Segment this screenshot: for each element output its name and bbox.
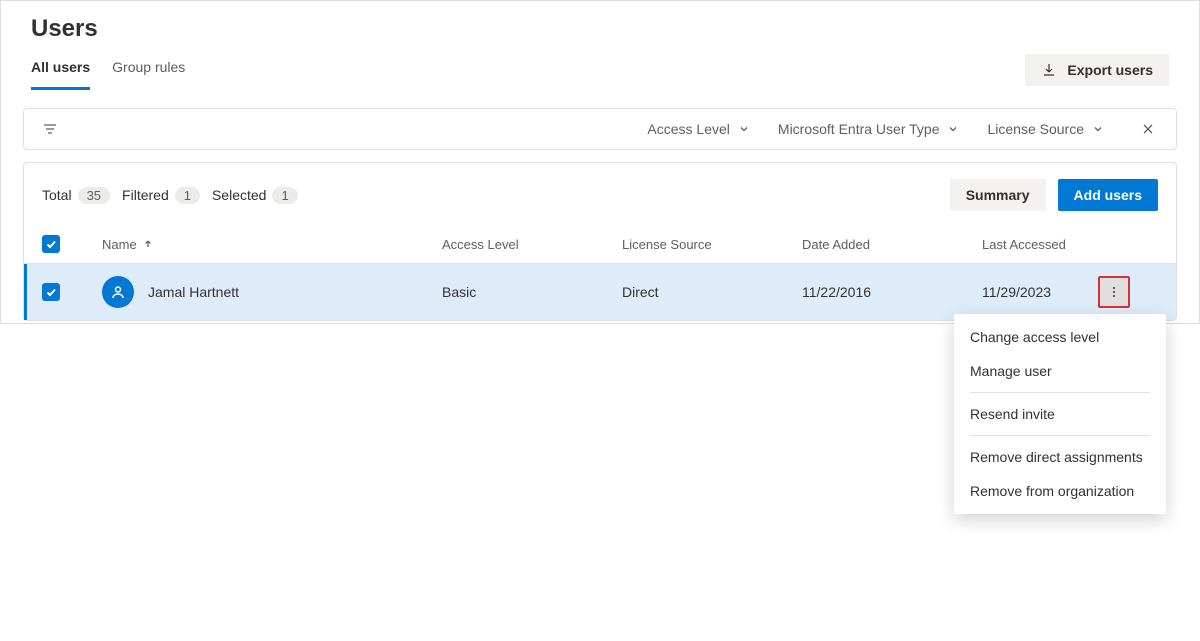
tab-all-users[interactable]: All users: [31, 49, 90, 90]
filter-bar: Access Level Microsoft Entra User Type L…: [23, 108, 1177, 150]
counter-label: Filtered: [122, 187, 169, 203]
filter-label: Access Level: [647, 121, 729, 137]
sort-asc-icon: [143, 239, 153, 249]
summary-button[interactable]: Summary: [950, 179, 1046, 211]
counter-label: Selected: [212, 187, 266, 203]
row-context-menu: Change access level Manage user Resend i…: [954, 314, 1166, 514]
menu-manage-user[interactable]: Manage user: [954, 354, 1166, 388]
page-title: Users: [3, 3, 1197, 49]
cell-access-level: Basic: [442, 284, 622, 300]
chevron-down-icon: [947, 123, 959, 135]
tabs-toolbar: All users Group rules Export users: [3, 49, 1197, 90]
export-label: Export users: [1067, 62, 1153, 78]
col-license-source[interactable]: License Source: [622, 237, 802, 252]
download-icon: [1041, 62, 1057, 78]
header-label: Name: [102, 237, 137, 252]
col-date-added[interactable]: Date Added: [802, 237, 982, 252]
row-checkbox[interactable]: [42, 283, 60, 301]
cell-license-source: Direct: [622, 284, 802, 300]
counter-badge: 1: [272, 187, 297, 204]
export-users-button[interactable]: Export users: [1025, 54, 1169, 86]
filter-license-source[interactable]: License Source: [987, 121, 1104, 137]
filter-entra-user-type[interactable]: Microsoft Entra User Type: [778, 121, 960, 137]
counter-badge: 1: [175, 187, 200, 204]
cell-date-added: 11/22/2016: [802, 284, 982, 300]
filter-access-level[interactable]: Access Level: [647, 121, 749, 137]
selected-counter: Selected 1: [212, 187, 298, 204]
table-body: Jamal Hartnett Basic Direct 11/22/2016 1…: [24, 264, 1176, 320]
row-more-button[interactable]: [1098, 276, 1130, 308]
cell-last-accessed: 11/29/2023: [982, 284, 1098, 300]
table-toolbar: Total 35 Filtered 1 Selected 1 Summary A…: [24, 163, 1176, 225]
filter-label: Microsoft Entra User Type: [778, 121, 940, 137]
menu-resend-invite[interactable]: Resend invite: [954, 397, 1166, 431]
more-vertical-icon: [1107, 285, 1121, 299]
avatar: [102, 276, 134, 308]
col-name[interactable]: Name: [102, 237, 442, 252]
menu-remove-direct-assignments[interactable]: Remove direct assignments: [954, 440, 1166, 474]
filter-label: License Source: [987, 121, 1084, 137]
menu-change-access-level[interactable]: Change access level: [954, 320, 1166, 354]
menu-divider: [970, 392, 1150, 393]
filtered-counter: Filtered 1: [122, 187, 200, 204]
add-users-button[interactable]: Add users: [1058, 179, 1158, 211]
clear-filters-icon[interactable]: [1138, 119, 1158, 139]
col-access-level[interactable]: Access Level: [442, 237, 622, 252]
menu-remove-from-organization[interactable]: Remove from organization: [954, 474, 1166, 508]
tabs: All users Group rules: [31, 49, 185, 90]
user-name: Jamal Hartnett: [148, 284, 239, 300]
col-last-accessed[interactable]: Last Accessed: [982, 237, 1098, 252]
select-all-checkbox[interactable]: [42, 235, 60, 253]
total-counter: Total 35: [42, 187, 110, 204]
tab-group-rules[interactable]: Group rules: [112, 49, 185, 90]
chevron-down-icon: [738, 123, 750, 135]
filter-icon[interactable]: [42, 121, 58, 137]
menu-divider: [970, 435, 1150, 436]
table-header: Name Access Level License Source Date Ad…: [24, 225, 1176, 264]
table-row[interactable]: Jamal Hartnett Basic Direct 11/22/2016 1…: [24, 264, 1176, 320]
counter-badge: 35: [78, 187, 110, 204]
counter-label: Total: [42, 187, 72, 203]
users-table-card: Total 35 Filtered 1 Selected 1 Summary A…: [23, 162, 1177, 321]
chevron-down-icon: [1092, 123, 1104, 135]
